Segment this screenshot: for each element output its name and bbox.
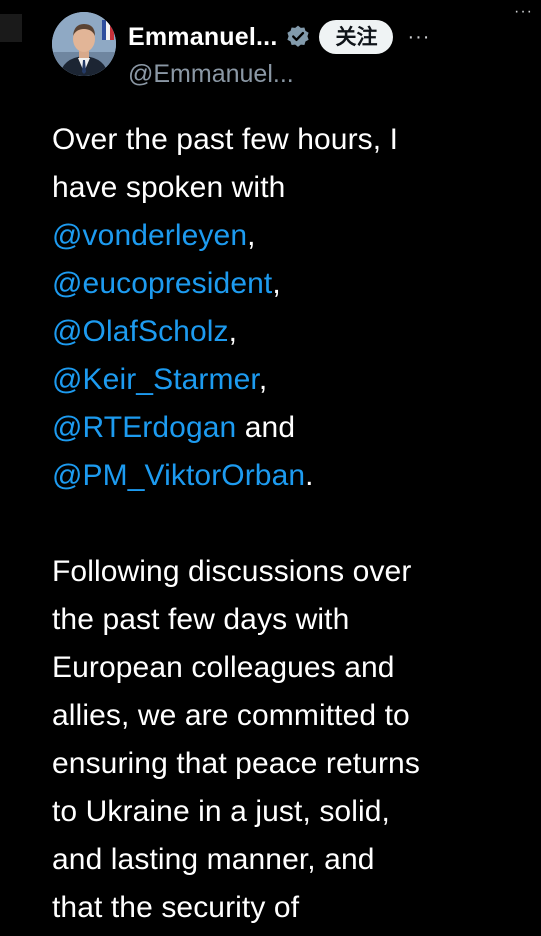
tweet-line: Following discussions over — [52, 555, 412, 588]
tweet-line: the past few days with — [52, 603, 350, 636]
mention-link-rterdogan[interactable]: @RTErdogan — [52, 411, 236, 444]
tweet-text: Over the past few hours, I have spoken w… — [52, 116, 512, 932]
tweet-header: Emmanuel... 关注 ··· @Emmanuel... — [52, 12, 502, 92]
mention-link-pm-viktororban[interactable]: @PM_ViktorOrban — [52, 459, 305, 492]
mention-link-eucopresident[interactable]: @eucopresident — [52, 267, 272, 300]
avatar[interactable] — [52, 12, 116, 76]
punctuation: , — [272, 267, 281, 300]
author-handle[interactable]: @Emmanuel... — [128, 60, 294, 89]
tweet-line: @Keir_Starmer, — [52, 356, 512, 404]
mention-link-olafscholz[interactable]: @OlafScholz — [52, 315, 229, 348]
tweet-line: European colleagues and — [52, 651, 395, 684]
tweet-line: @eucopresident, — [52, 260, 512, 308]
tweet-line: Over the past few hours, I — [52, 123, 399, 156]
tweet-line: have spoken with — [52, 171, 286, 204]
tweet-line: that the security of — [52, 891, 300, 924]
conjunction-text: and — [236, 411, 296, 444]
verified-badge-icon — [285, 24, 311, 50]
punctuation: , — [228, 315, 238, 348]
punctuation: , — [258, 363, 268, 396]
tweet-line: allies, we are committed to — [52, 699, 410, 732]
tweet-line: and lasting manner, and — [52, 843, 375, 876]
mention-link-keir-starmer[interactable]: @Keir_Starmer — [52, 363, 259, 396]
author-display-name[interactable]: Emmanuel... — [128, 23, 277, 52]
follow-button[interactable]: 关注 — [319, 20, 394, 54]
mention-link-vonderleyen[interactable]: @vonderleyen — [52, 219, 247, 252]
tweet-line: @vonderleyen, — [52, 212, 512, 260]
corner-more-icon[interactable]: ··· — [514, 4, 533, 20]
tweet-line: @RTErdogan and — [52, 404, 512, 452]
tweet-line: @PM_ViktorOrban. — [52, 452, 512, 500]
left-edge-artifact — [0, 14, 22, 42]
author-row: Emmanuel... 关注 ··· — [128, 20, 430, 54]
tweet-line: @OlafScholz, — [52, 308, 512, 356]
more-options-icon[interactable]: ··· — [407, 26, 430, 49]
tweet-line: to Ukraine in a just, solid, — [52, 795, 390, 828]
punctuation: . — [305, 459, 314, 492]
punctuation: , — [247, 219, 256, 252]
portrait-avatar-icon — [52, 12, 116, 76]
tweet-line: ensuring that peace returns — [52, 747, 420, 780]
